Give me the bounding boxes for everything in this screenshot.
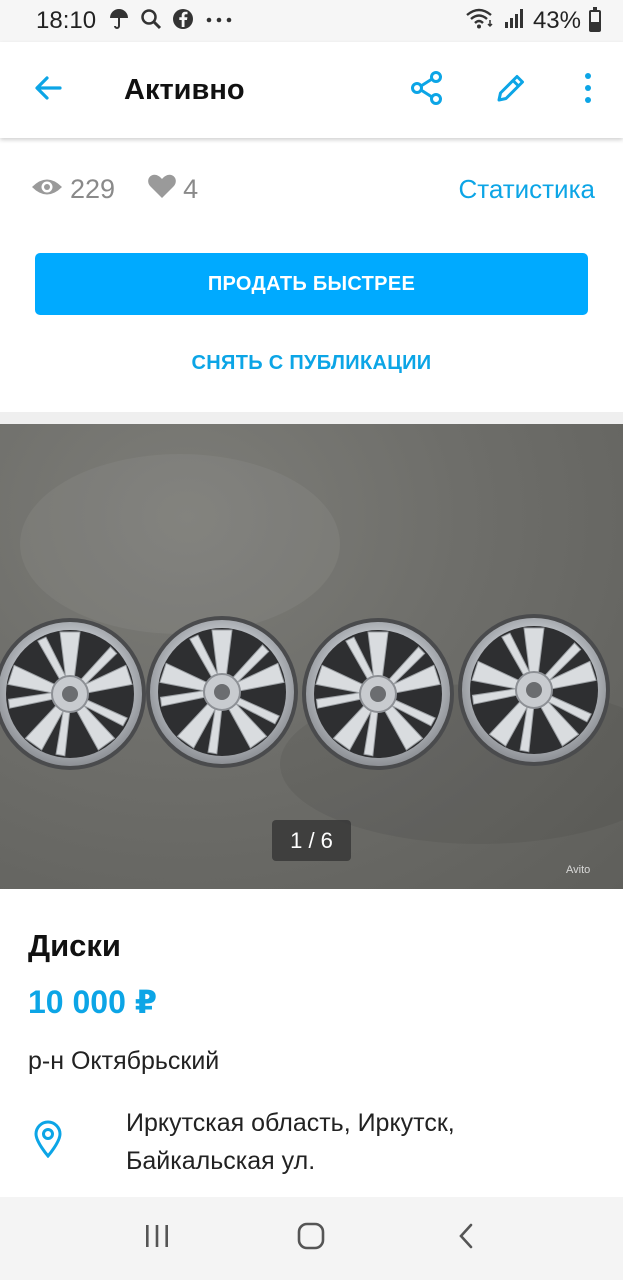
back-button[interactable] [0, 42, 96, 138]
listing-price: 10 000 ₽ [28, 984, 158, 1020]
unpublish-button[interactable]: СНЯТЬ С ПУБЛИКАЦИИ [35, 334, 588, 392]
heart-icon [147, 173, 183, 206]
recent-apps-icon [143, 1223, 171, 1254]
signal-icon [503, 7, 525, 36]
favorites-counter: 4 [147, 173, 198, 206]
page-title: Активно [124, 73, 245, 106]
listing-address[interactable]: Иркутская область, Иркутск, Байкальская … [126, 1104, 455, 1180]
umbrella-icon [108, 8, 130, 35]
edit-pencil-icon [493, 70, 529, 111]
battery-icon [589, 7, 601, 32]
location-pin-icon [33, 1120, 63, 1163]
avito-watermark: Avito [566, 864, 591, 876]
app-bar: Активно [0, 42, 623, 138]
status-bar: 18:10 43% [0, 0, 623, 42]
sell-faster-button[interactable]: ПРОДАТЬ БЫСТРЕЕ [35, 253, 588, 315]
search-icon [140, 8, 162, 35]
listing-district: р-н Октябрьский [28, 1047, 220, 1075]
system-back-button[interactable] [426, 1209, 506, 1269]
status-time: 18:10 [36, 7, 97, 34]
section-divider [0, 412, 623, 424]
views-count: 229 [70, 173, 116, 204]
address-line-1: Иркутская область, Иркутск, [126, 1109, 455, 1137]
address-line-2: Байкальская ул. [126, 1147, 316, 1175]
back-arrow-icon [33, 73, 63, 108]
favorites-count: 4 [183, 173, 199, 204]
share-button[interactable] [385, 42, 469, 138]
battery-percent: 43% [532, 7, 581, 34]
eye-icon [30, 174, 70, 205]
home-button[interactable] [271, 1209, 351, 1269]
system-nav-bar [0, 1197, 623, 1280]
edit-button[interactable] [469, 42, 553, 138]
more-button[interactable] [553, 42, 623, 138]
recent-apps-button[interactable] [117, 1209, 197, 1269]
listing-title: Диски [28, 928, 121, 963]
stats-row: 229 4 Статистика [0, 160, 623, 218]
home-icon [296, 1221, 326, 1256]
facebook-icon [172, 8, 194, 35]
more-vertical-icon [582, 72, 594, 109]
photo-counter: 1 / 6 [272, 820, 351, 861]
share-icon [409, 70, 445, 111]
wifi-icon [465, 7, 495, 36]
views-counter: 229 [30, 174, 115, 205]
more-notifications-icon [204, 8, 234, 35]
chevron-left-icon [456, 1222, 476, 1255]
statistics-link[interactable]: Статистика [458, 174, 595, 205]
